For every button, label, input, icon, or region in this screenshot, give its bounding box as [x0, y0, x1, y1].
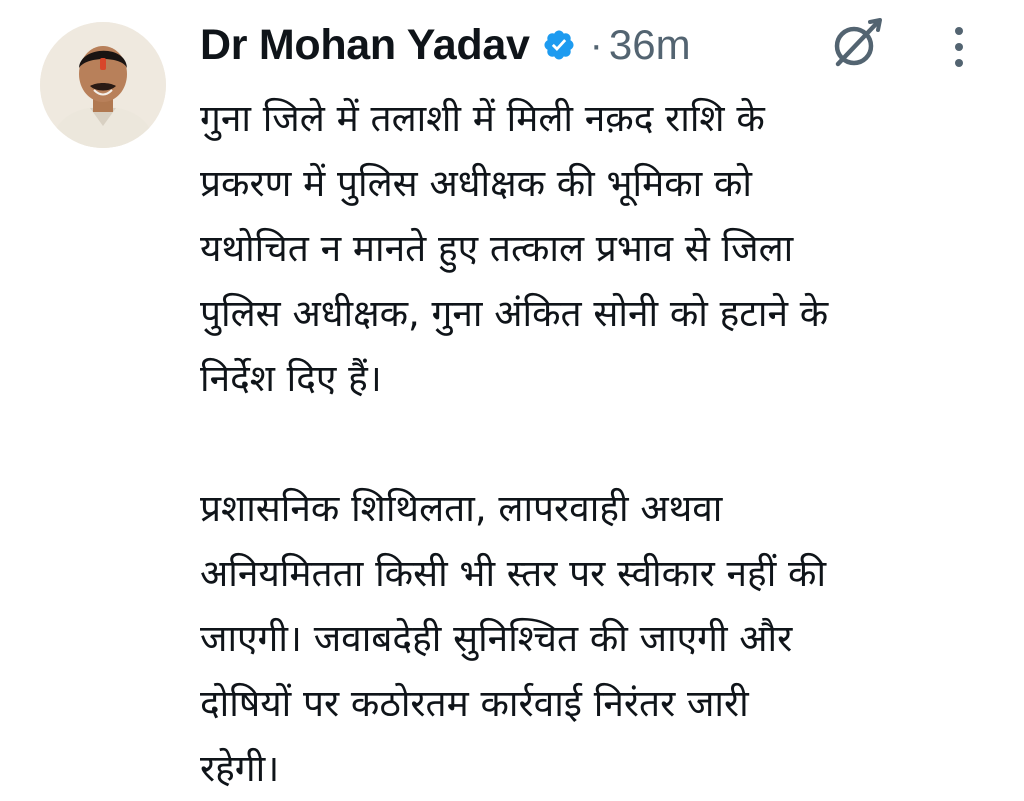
separator-dot: ·: [589, 22, 603, 67]
avatar-image: [40, 22, 166, 148]
tweet-text-line: अनियमितता किसी भी स्तर पर स्वीकार नहीं क…: [200, 552, 827, 595]
more-options-icon[interactable]: [944, 22, 974, 72]
timestamp[interactable]: 36m: [609, 21, 691, 69]
tweet-text: गुना जिले में तलाशी में मिली नक़द राशि क…: [200, 86, 1000, 801]
tweet-text-line: यथोचित न मानते हुए तत्काल प्रभाव से जिला: [200, 227, 794, 270]
tweet-text-line: पुलिस अधीक्षक, गुना अंकित सोनी को हटाने …: [200, 292, 829, 335]
tweet[interactable]: Dr Mohan Yadav · 36m गुना जिले में तलाशी…: [0, 0, 1024, 790]
verified-badge-icon[interactable]: [542, 28, 576, 62]
avatar[interactable]: [40, 22, 166, 148]
tweet-text-line: रहेगी।: [200, 747, 280, 790]
tweet-text-line: दोषियों पर कठोरतम कार्रवाई निरंतर जारी: [200, 682, 749, 725]
tweet-text-line: जाएगी। जवाबदेही सुनिश्चित की जाएगी और: [200, 617, 793, 660]
tweet-text-line: प्रकरण में पुलिस अधीक्षक की भूमिका को: [200, 162, 753, 205]
tweet-text-line: प्रशासनिक शिथिलता, लापरवाही अथवा: [200, 487, 723, 530]
grok-icon[interactable]: [824, 12, 888, 76]
author-name[interactable]: Dr Mohan Yadav: [200, 21, 530, 70]
tweet-text-line: निर्देश दिए हैं।: [200, 357, 382, 400]
tweet-text-line: गुना जिले में तलाशी में मिली नक़द राशि क…: [200, 97, 765, 140]
